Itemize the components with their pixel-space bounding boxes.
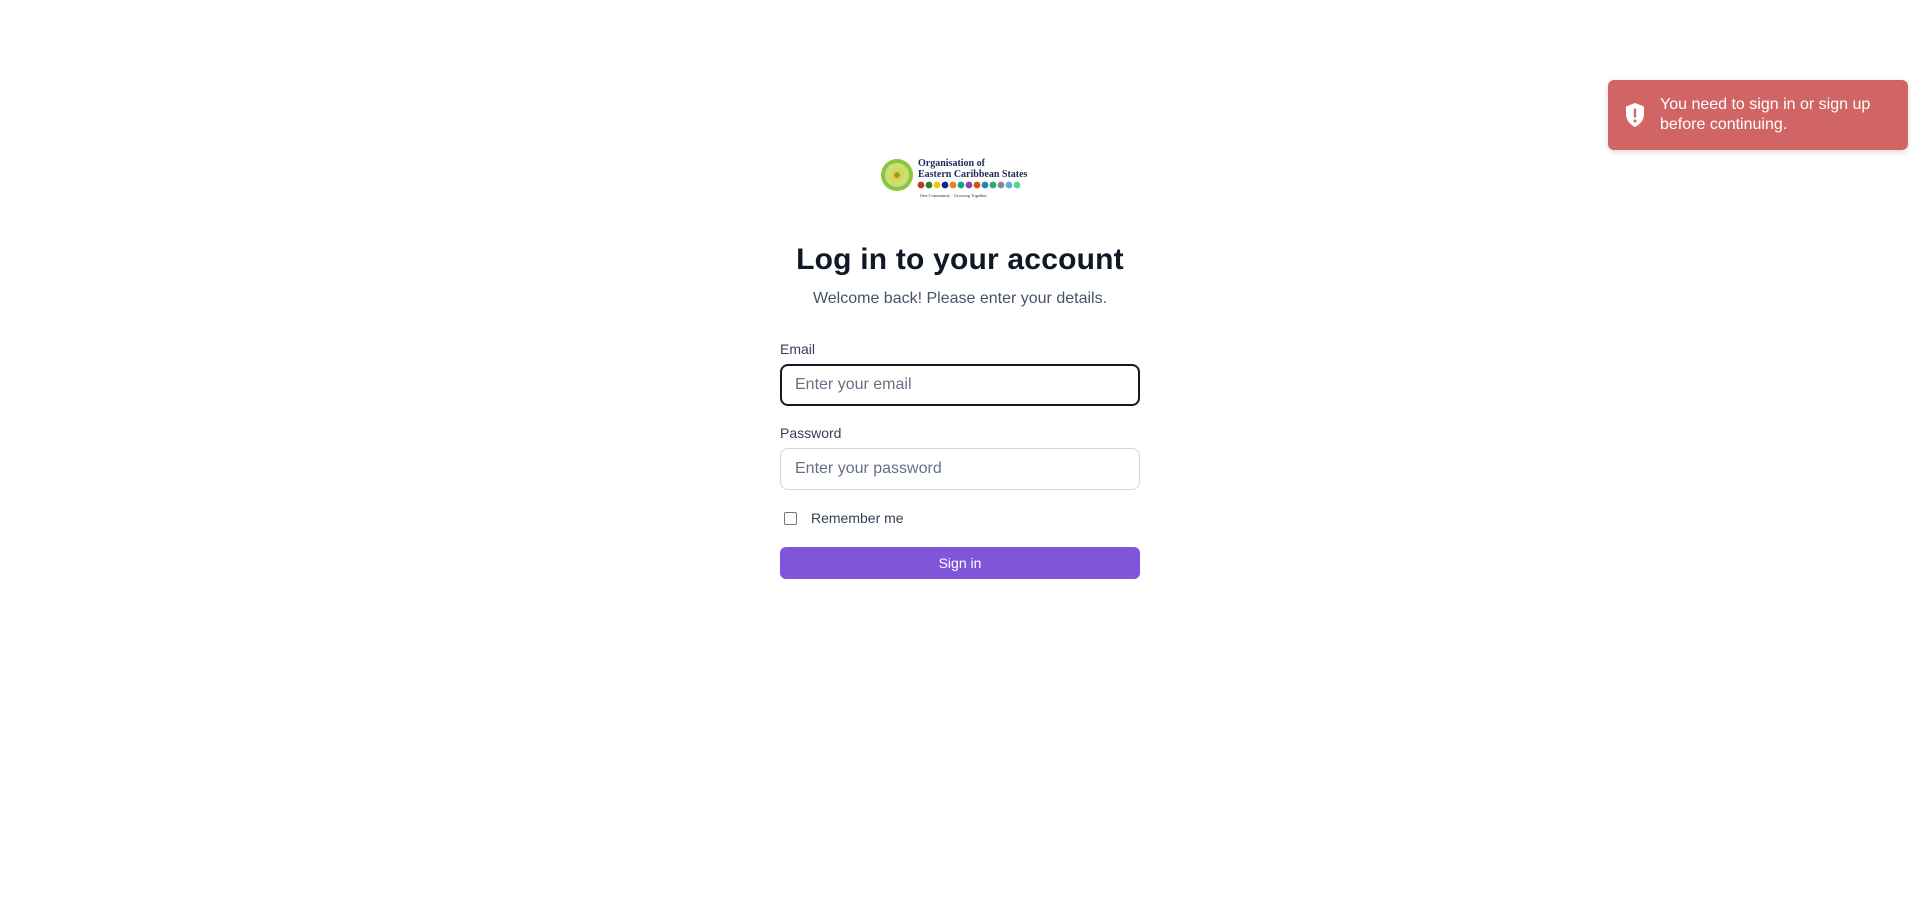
member-flags [917,181,1021,189]
page-title: Log in to your account [796,243,1124,276]
email-field[interactable] [780,364,1140,406]
password-field[interactable] [780,448,1140,490]
page-subtitle: Welcome back! Please enter your details. [812,290,1108,307]
login-page: You need to sign in or sign up before co… [0,0,1920,911]
sign-in-button[interactable]: Sign in [780,547,1140,579]
logo-line2: Eastern Caribbean States [918,169,1028,180]
email-label: Email [780,341,816,357]
password-label: Password [780,425,842,441]
remember-checkbox[interactable] [784,511,797,525]
logo-tagline: One Community · Growing Together [920,193,987,198]
remember-row: Remember me [780,510,1140,526]
error-toast[interactable]: You need to sign in or sign up before co… [1608,80,1908,150]
shield-alert-icon [1624,102,1646,128]
login-form: Organisation of Eastern Caribbean States… [780,150,1140,579]
toast-message: You need to sign in or sign up before co… [1660,96,1871,133]
logo-line1: Organisation of [918,158,986,169]
oecs-logo: Organisation of Eastern Caribbean States… [881,158,1028,198]
remember-label[interactable]: Remember me [811,510,904,526]
